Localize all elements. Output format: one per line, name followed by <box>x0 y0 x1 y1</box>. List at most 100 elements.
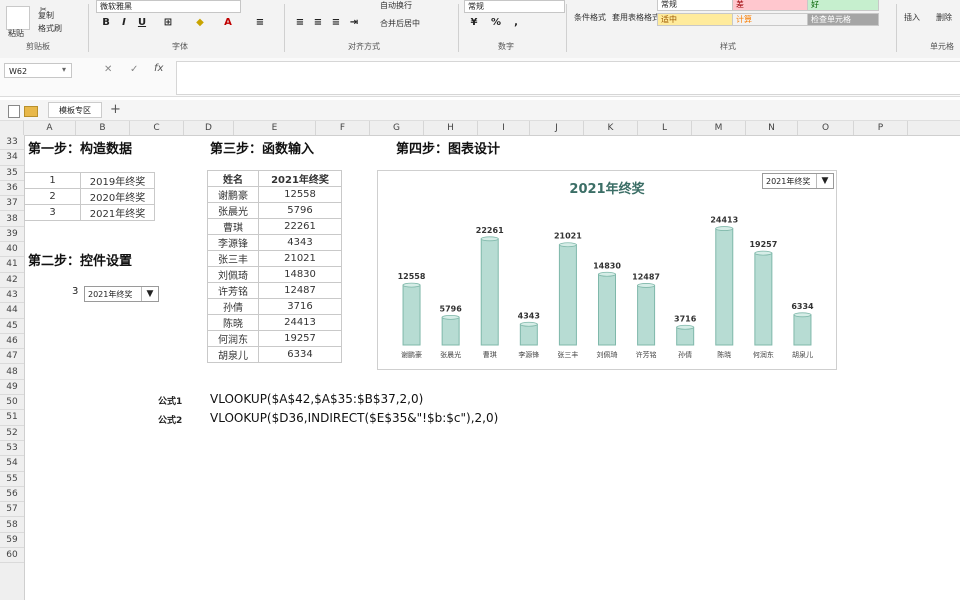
merge-center-button[interactable]: 合并后居中 <box>380 18 420 29</box>
align-left-icon[interactable]: ≡ <box>292 16 308 30</box>
formula1-text[interactable]: VLOOKUP($A$42,$A$35:$B$37,2,0) <box>210 392 423 406</box>
column-header[interactable]: N <box>746 121 798 135</box>
fill-color-icon[interactable]: ◆ <box>192 16 208 30</box>
row-header[interactable]: 53 <box>0 441 24 457</box>
step1-id[interactable]: 3 <box>24 204 81 221</box>
style-good[interactable]: 好 <box>807 0 879 11</box>
comma-icon[interactable]: , <box>508 16 524 30</box>
sheet-tab[interactable]: 模板专区 <box>48 102 102 118</box>
employee-bonus[interactable]: 4343 <box>258 234 342 251</box>
chart-bar[interactable] <box>441 316 460 346</box>
delete-button[interactable]: 删除 <box>936 12 952 23</box>
folder-icon[interactable] <box>24 106 38 117</box>
employee-bonus[interactable]: 12487 <box>258 282 342 299</box>
col-name-header[interactable]: 姓名 <box>207 170 259 187</box>
row-header[interactable]: 40 <box>0 242 24 258</box>
font-color-icon[interactable]: A <box>220 16 236 30</box>
currency-icon[interactable]: ¥ <box>466 16 482 30</box>
indent-icon[interactable]: ⇥ <box>346 16 362 30</box>
employee-bonus[interactable]: 3716 <box>258 298 342 315</box>
style-check[interactable]: 检查单元格 <box>807 13 879 26</box>
column-header[interactable]: H <box>424 121 478 135</box>
employee-bonus[interactable]: 22261 <box>258 218 342 235</box>
row-header[interactable]: 48 <box>0 365 24 380</box>
chart-bar[interactable] <box>480 238 499 346</box>
chart-year-dropdown[interactable]: 2021年终奖 ▼ <box>762 173 834 189</box>
column-header[interactable]: I <box>478 121 530 135</box>
employee-name[interactable]: 许芳铭 <box>207 282 259 299</box>
align-center-icon[interactable]: ≡ <box>310 16 326 30</box>
year-dropdown[interactable]: 2021年终奖 ▼ <box>84 286 159 302</box>
step1-label[interactable]: 2019年终奖 <box>80 172 155 189</box>
column-header[interactable]: O <box>798 121 854 135</box>
style-calc[interactable]: 计算 <box>732 13 810 26</box>
insert-button[interactable]: 插入 <box>904 12 920 23</box>
row-header[interactable]: 58 <box>0 518 24 533</box>
row-header[interactable]: 55 <box>0 472 24 487</box>
paste-icon[interactable] <box>6 6 30 30</box>
column-header[interactable]: A <box>24 121 76 135</box>
step1-label[interactable]: 2020年终奖 <box>80 188 155 205</box>
select-all-corner[interactable] <box>0 121 24 135</box>
bold-button[interactable]: B <box>98 16 114 30</box>
step1-id[interactable]: 2 <box>24 188 81 205</box>
row-header[interactable]: 45 <box>0 319 24 334</box>
chart-bar[interactable] <box>598 273 616 346</box>
column-header[interactable]: G <box>370 121 424 135</box>
percent-icon[interactable]: % <box>488 16 504 30</box>
row-header[interactable]: 49 <box>0 380 24 396</box>
employee-name[interactable]: 陈晓 <box>207 314 259 331</box>
row-header[interactable]: 41 <box>0 257 24 273</box>
align-right-icon[interactable]: ≡ <box>328 16 344 30</box>
dropdown-arrow-icon[interactable]: ▼ <box>141 287 158 301</box>
step1-id[interactable]: 1 <box>24 172 81 189</box>
column-header[interactable]: C <box>130 121 184 135</box>
row-header[interactable]: 38 <box>0 212 24 227</box>
phonetic-icon[interactable]: ≡ <box>252 16 268 30</box>
number-format-select[interactable]: 常规 <box>464 0 565 13</box>
formula2-text[interactable]: VLOOKUP($D36,INDIRECT($E$35&"!$b:$c"),2,… <box>210 411 498 425</box>
format-painter-button[interactable]: 格式刷 <box>38 23 62 34</box>
row-header[interactable]: 42 <box>0 273 24 288</box>
column-header[interactable]: E <box>234 121 316 135</box>
chart-bar[interactable] <box>519 323 538 346</box>
employee-name[interactable]: 张三丰 <box>207 250 259 267</box>
employee-bonus[interactable]: 24413 <box>258 314 342 331</box>
row-header[interactable]: 37 <box>0 196 24 212</box>
conditional-format-button[interactable]: 条件格式 <box>574 12 606 23</box>
chart-bar[interactable] <box>637 284 656 346</box>
employee-name[interactable]: 刘佩琦 <box>207 266 259 283</box>
style-neutral[interactable]: 适中 <box>657 13 735 26</box>
row-header[interactable]: 39 <box>0 227 24 243</box>
bonus-chart[interactable]: 2021年终奖 12558 谢鹏豪 5796 张晨光 22261 曹琪 4343 李源锋 210… <box>377 170 837 370</box>
row-header[interactable]: 33 <box>0 135 24 151</box>
employee-name[interactable]: 李源锋 <box>207 234 259 251</box>
column-header[interactable]: M <box>692 121 746 135</box>
confirm-icon[interactable]: ✓ <box>130 64 138 75</box>
employee-bonus[interactable]: 6334 <box>258 346 342 363</box>
row-header[interactable]: 50 <box>0 395 24 411</box>
row-header[interactable]: 36 <box>0 181 24 197</box>
row-header[interactable]: 34 <box>0 150 24 166</box>
font-name-select[interactable]: 微软雅黑 <box>96 0 241 13</box>
chevron-down-icon[interactable]: ▾ <box>62 65 66 74</box>
cancel-icon[interactable]: ✕ <box>104 64 112 75</box>
column-header[interactable]: J <box>530 121 584 135</box>
employee-bonus[interactable]: 19257 <box>258 330 342 347</box>
chart-bar[interactable] <box>754 252 773 346</box>
fx-icon[interactable]: fx <box>154 63 163 74</box>
employee-name[interactable]: 胡泉儿 <box>207 346 259 363</box>
style-normal[interactable]: 常规 <box>657 0 735 11</box>
formula-input[interactable] <box>176 61 960 95</box>
copy-button[interactable]: 复制 <box>38 10 54 21</box>
row-header[interactable]: 60 <box>0 548 24 564</box>
row-header[interactable]: 59 <box>0 533 24 549</box>
column-header[interactable]: P <box>854 121 908 135</box>
employee-name[interactable]: 何润东 <box>207 330 259 347</box>
column-header[interactable]: B <box>76 121 130 135</box>
row-header[interactable]: 54 <box>0 456 24 472</box>
employee-bonus[interactable]: 12558 <box>258 186 342 203</box>
italic-button[interactable]: I <box>116 16 132 30</box>
row-header[interactable]: 57 <box>0 502 24 518</box>
row-header[interactable]: 47 <box>0 349 24 365</box>
